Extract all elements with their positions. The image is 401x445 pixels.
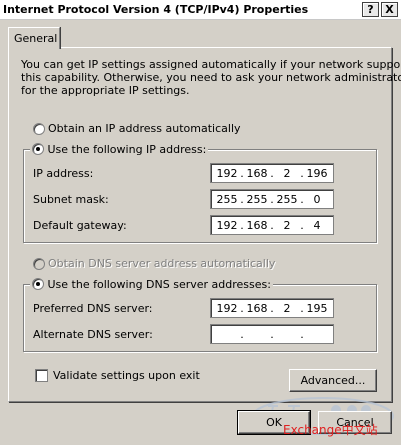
ip-address-field[interactable]: 192 . 168 . 2 . 196 <box>210 163 334 183</box>
octet: 2 <box>283 302 291 315</box>
use-following-dns-label[interactable]: Use the following DNS server addresses: <box>48 278 271 291</box>
octet: 2 <box>283 219 291 232</box>
validate-settings-checkbox[interactable] <box>35 369 48 382</box>
octet: 192 <box>216 219 238 232</box>
preferred-dns-label: Preferred DNS server: <box>33 302 153 315</box>
subnet-mask-field[interactable]: 255 . 255 . 255 . 0 <box>210 189 334 209</box>
octet: 192 <box>216 167 238 180</box>
octet: 192 <box>216 302 238 315</box>
octet: 255 <box>246 193 268 206</box>
use-following-ip-radio[interactable] <box>32 143 44 155</box>
ip-group-legend: Use the following IP address: <box>30 143 209 156</box>
octet: 168 <box>246 302 268 315</box>
window-title: Internet Protocol Version 4 (TCP/IPv4) P… <box>3 3 309 16</box>
octet: 255 <box>276 193 298 206</box>
preferred-dns-field[interactable]: 192 . 168 . 2 . 195 <box>210 298 334 318</box>
description-line: this capability. Otherwise, you need to … <box>21 71 401 84</box>
tab-general-label: General <box>14 32 58 45</box>
subnet-mask-label: Subnet mask: <box>33 193 109 206</box>
help-button[interactable]: ? <box>362 2 379 17</box>
octet-dot: . <box>270 328 274 341</box>
description-line: for the appropriate IP settings. <box>21 84 190 97</box>
octet: 195 <box>306 302 328 315</box>
close-button[interactable]: X <box>381 2 398 17</box>
alternate-dns-label: Alternate DNS server: <box>33 328 153 341</box>
watermark-text: Exchange中文站 <box>283 423 378 437</box>
alternate-dns-field[interactable]: . . . <box>210 324 334 344</box>
default-gateway-label: Default gateway: <box>33 219 127 232</box>
title-bar: Internet Protocol Version 4 (TCP/IPv4) P… <box>0 0 401 20</box>
advanced-button[interactable]: Advanced... <box>289 369 377 392</box>
default-gateway-field[interactable]: 192 . 168 . 2 . 4 <box>210 215 334 235</box>
obtain-ip-auto-label[interactable]: Obtain an IP address automatically <box>48 122 241 135</box>
octet: 2 <box>283 167 291 180</box>
description-line: You can get IP settings assigned automat… <box>21 58 401 71</box>
ip-address-label: IP address: <box>33 167 94 180</box>
octet-dot: . <box>240 328 244 341</box>
obtain-dns-auto-label[interactable]: Obtain DNS server address automatically <box>48 257 275 270</box>
tab-general[interactable]: General <box>8 27 60 49</box>
octet: 0 <box>313 193 321 206</box>
description-text: You can get IP settings assigned automat… <box>21 58 401 97</box>
obtain-dns-auto-radio[interactable] <box>33 258 45 270</box>
octet: 4 <box>313 219 321 232</box>
dns-group-legend: Use the following DNS server addresses: <box>30 278 273 291</box>
octet: 168 <box>246 167 268 180</box>
use-following-dns-radio[interactable] <box>32 278 44 290</box>
octet: 168 <box>246 219 268 232</box>
octet: 196 <box>306 167 328 180</box>
octet: 255 <box>216 193 238 206</box>
octet-dot: . <box>300 328 304 341</box>
validate-settings-label[interactable]: Validate settings upon exit <box>53 369 200 382</box>
obtain-ip-auto-radio[interactable] <box>33 123 45 135</box>
use-following-ip-label[interactable]: Use the following IP address: <box>48 143 207 156</box>
